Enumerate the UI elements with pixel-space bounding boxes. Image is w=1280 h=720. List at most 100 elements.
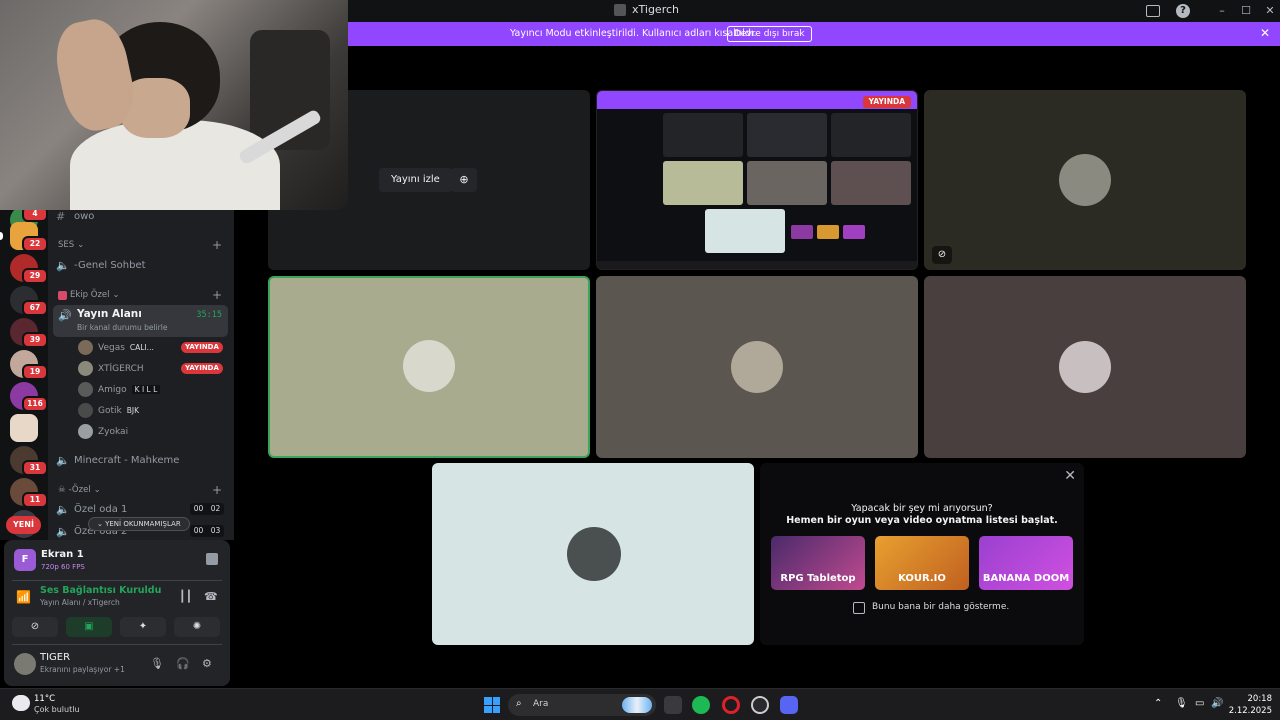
disconnect-icon[interactable]: ☎ [204,590,218,603]
close-window-button[interactable]: ✕ [1262,3,1278,19]
spotify-icon[interactable] [692,696,710,714]
voice-user[interactable]: XTİGERCH [78,359,144,378]
server-badge: 19 [22,364,48,380]
hash-icon: # [56,210,66,223]
user-count: 00 [193,526,204,535]
channel-owo[interactable]: # owo [56,210,226,226]
voice-user[interactable]: Vegas CALI... [78,338,154,357]
voice-user[interactable]: Gotik BJK [78,401,139,420]
avatar [78,382,93,397]
watch-stream-button[interactable]: Yayını izle [379,168,452,192]
user-count-pill: 00 03 [190,525,224,537]
server-icon[interactable] [10,414,38,442]
windows-start-icon[interactable] [484,697,500,713]
server-badge: 11 [22,492,48,508]
channel-status[interactable]: Bir kanal durumu belirle [77,323,167,332]
minimize-button[interactable]: – [1214,3,1230,19]
microphone-icon[interactable]: 🎙 [1175,698,1188,709]
add-channel-icon[interactable]: + [212,288,222,302]
user-tile[interactable] [596,276,918,458]
inbox-icon[interactable] [1146,5,1160,17]
banner-text: Yayıncı Modu etkinleştirildi. Kullanıcı … [510,28,757,39]
dont-show-again-label[interactable]: Bunu bana bir daha gösterme. [872,602,1009,612]
add-channel-icon[interactable]: + [212,238,222,252]
activities-button[interactable]: ✦ [120,617,166,637]
channel-list: # owo SES ⌄ + 🔈 -Genel Sohbet Ekip Özel … [48,210,234,540]
new-servers-pill[interactable]: YENİ [6,516,41,534]
user-tile[interactable] [432,463,754,645]
channel-label: Yayın Alanı [77,308,142,320]
settings-gear-icon[interactable]: ⚙ [202,657,212,670]
display-icon[interactable]: ▭ [1195,698,1204,709]
voice-user-name: Vegas [98,342,125,353]
voice-user-name: Amigo [98,384,127,395]
discord-icon[interactable] [780,696,798,714]
screen-share-button[interactable]: ▣ [66,617,112,637]
screen-title: Ekran 1 [41,549,84,560]
search-label: Ara [533,699,549,709]
divider [12,644,222,645]
chevron-up-icon[interactable]: ⌃ [1154,698,1162,709]
headphones-icon[interactable]: 🎧 [176,657,190,670]
voice-status[interactable]: Ses Bağlantısı Kuruldu [40,585,161,596]
user-tile[interactable]: ⊘ [924,90,1246,270]
steam-icon[interactable] [751,696,769,714]
microphone-icon[interactable]: 🎙 [150,657,164,670]
popout-icon[interactable]: ⊕ [451,168,477,192]
shared-screen-preview [831,113,911,157]
user-tile[interactable] [924,276,1246,458]
avatar [1059,154,1111,206]
chevron-down-icon: ⌄ [77,240,85,250]
avatar [78,361,93,376]
activity-rpg-tabletop[interactable]: RPG Tabletop [771,536,865,590]
clock-time: 20:18 [1247,694,1273,704]
username[interactable]: TIGER [40,652,70,663]
chevron-down-icon: ⌄ [112,290,120,300]
activity-kour-io[interactable]: KOUR.IO [875,536,969,590]
category-ses[interactable]: SES ⌄ [58,240,84,250]
activity-prompt: Yapacak bir şey mi arıyorsun? [851,503,993,514]
maximize-button[interactable]: ☐ [1238,3,1254,19]
screen-share-tile[interactable]: YAYINDA [596,90,918,270]
system-clock[interactable]: 20:18 2.12.2025 [1228,693,1272,717]
task-view-icon[interactable] [664,696,682,714]
noise-suppression-icon[interactable]: ┃┃ [179,590,192,603]
speaker-icon: 🔈 [56,258,70,272]
voice-user[interactable]: Zyokai [78,422,128,441]
close-icon[interactable]: ✕ [1064,468,1076,484]
avatar[interactable] [14,653,36,675]
channel-label: owo [74,210,95,222]
category-label: Ekip Özel [70,290,110,300]
taskbar-search[interactable]: ⌕ Ara [508,694,656,716]
new-unreads-pill[interactable]: ⌄ YENİ OKUNMAMIŞLAR [88,517,190,531]
signal-icon[interactable]: 📶 [16,590,31,604]
dont-show-again-checkbox[interactable] [853,602,865,614]
activity-banana-doom[interactable]: BANANA DOOM [979,536,1073,590]
add-channel-icon[interactable]: + [212,483,222,497]
server-badge: 22 [22,236,48,252]
banner-close-icon[interactable]: ✕ [1260,26,1270,40]
stream-quality[interactable]: 720p 60 FPS [41,563,85,571]
user-tag: CALI... [129,343,154,352]
camera-off-button[interactable]: ⊘ [12,617,58,637]
help-icon[interactable]: ? [1176,4,1190,18]
channel-yayin-alani[interactable]: 🔊 Yayın Alanı Bir kanal durumu belirle 3… [53,305,228,337]
voice-user[interactable]: Amigo K I L L [78,380,161,399]
channel-genel-sohbet[interactable]: 🔈 -Genel Sohbet [56,255,226,275]
category-ekip-ozel[interactable]: Ekip Özel ⌄ [58,290,120,300]
volume-icon[interactable]: 🔊 [1211,698,1223,709]
avatar [403,340,455,392]
speaker-icon: 🔊 [58,309,72,322]
soundboard-button[interactable]: ✺ [174,617,220,637]
stop-stream-icon[interactable] [206,553,218,565]
category-ozel[interactable]: ☠ -Özel ⌄ [58,485,101,495]
shared-screen-preview [831,161,911,205]
opera-icon[interactable] [722,696,740,714]
channel-label: Özel oda 1 [74,503,128,515]
clock-date: 2.12.2025 [1228,706,1272,716]
channel-minecraft[interactable]: 🔈 Minecraft - Mahkeme [56,450,226,470]
server-badge: 67 [22,300,48,316]
disable-streamer-mode-button[interactable]: Devre dışı bırak [727,26,812,42]
voice-channel-path[interactable]: Yayın Alanı / xTigerch [40,598,120,607]
user-tile-speaking[interactable] [268,276,590,458]
